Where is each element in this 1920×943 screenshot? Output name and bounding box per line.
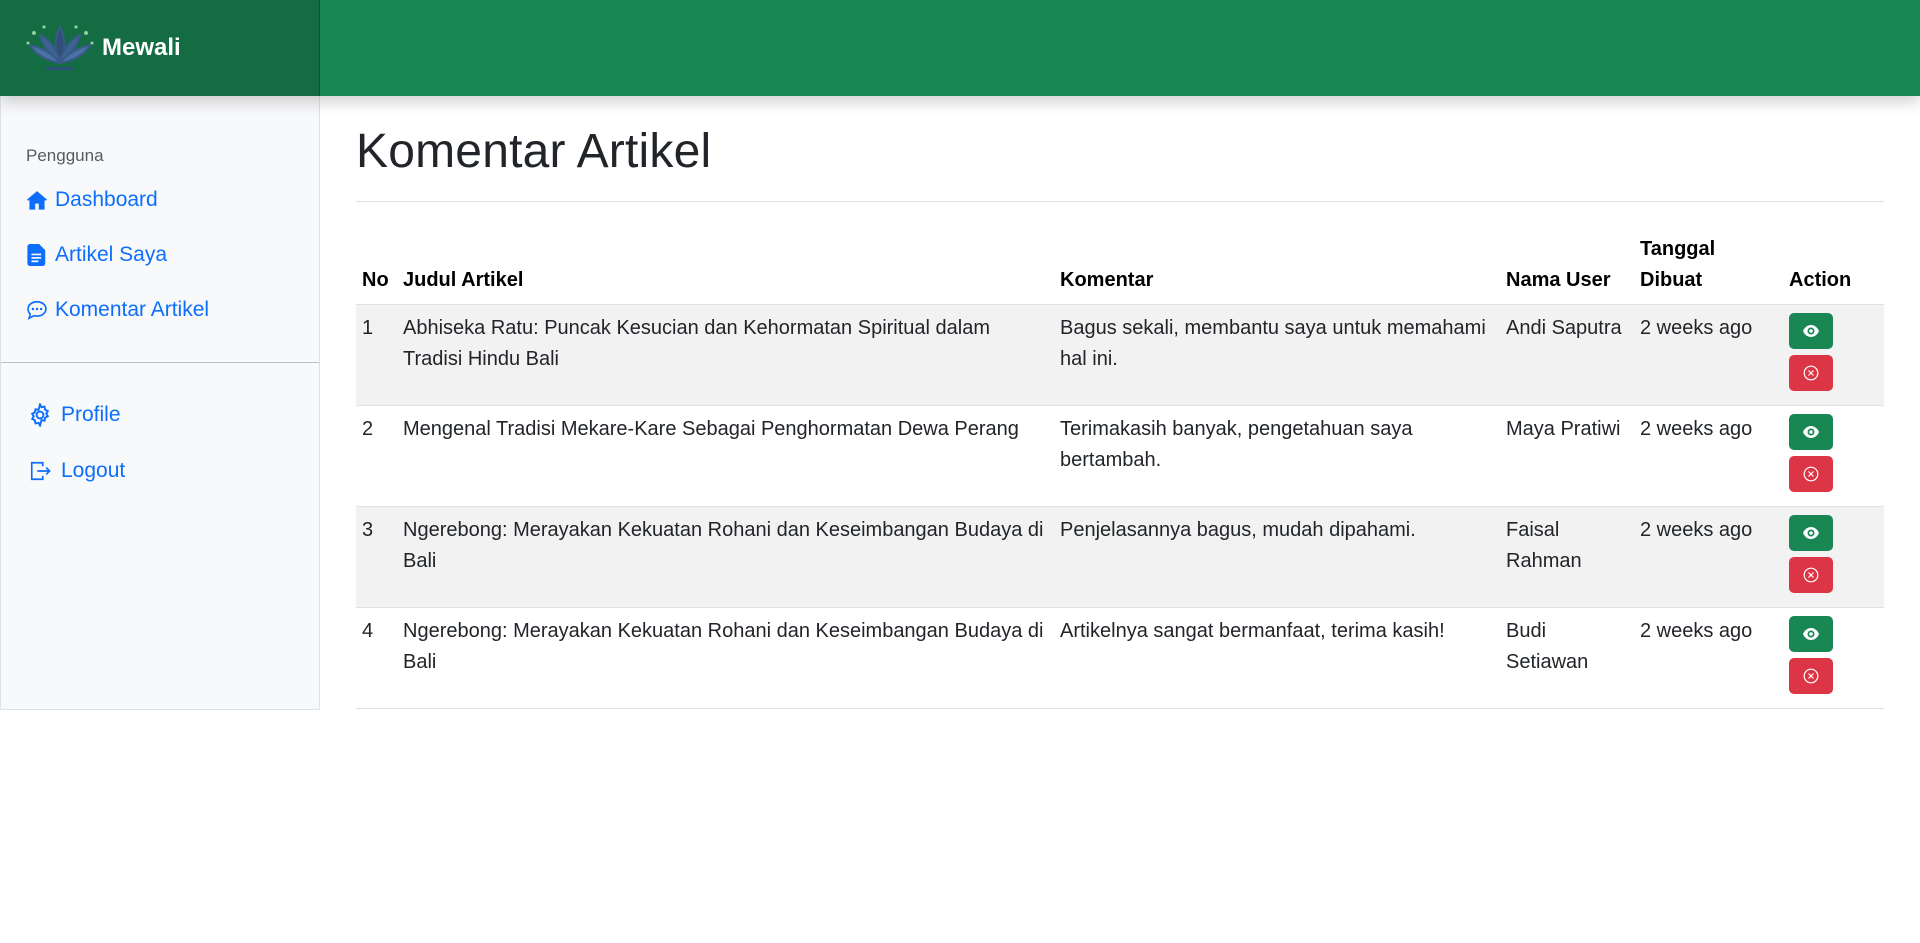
view-button[interactable] (1789, 313, 1833, 349)
cell-user: Andi Saputra (1500, 304, 1634, 406)
view-button[interactable] (1789, 616, 1833, 652)
cell-title: Ngerebong: Merayakan Kekuatan Rohani dan… (397, 607, 1054, 709)
cell-action (1783, 405, 1884, 507)
cell-no: 2 (356, 405, 397, 507)
header-no: No (356, 234, 397, 305)
view-button[interactable] (1789, 414, 1833, 450)
sidebar-heading: Pengguna (26, 146, 104, 165)
cell-action (1783, 304, 1884, 406)
eye-icon (1803, 325, 1819, 337)
table-row: 2 Mengenal Tradisi Mekare-Kare Sebagai P… (356, 405, 1884, 507)
table-header-row: No Judul Artikel Komentar Nama User Tang… (356, 234, 1884, 305)
header-title: Judul Artikel (397, 234, 1054, 305)
table-row: 1 Abhiseka Ratu: Puncak Kesucian dan Keh… (356, 304, 1884, 406)
header-user: Nama User (1500, 234, 1634, 305)
delete-button[interactable] (1789, 557, 1833, 593)
eye-icon (1803, 527, 1819, 539)
sidebar-divider (1, 362, 319, 363)
eye-icon (1803, 426, 1819, 438)
cell-title: Abhiseka Ratu: Puncak Kesucian dan Kehor… (397, 304, 1054, 406)
x-circle-icon (1803, 365, 1819, 381)
cell-date: 2 weeks ago (1634, 405, 1783, 507)
logout-icon (25, 459, 55, 483)
chat-icon (25, 298, 49, 322)
cell-date: 2 weeks ago (1634, 506, 1783, 608)
sidebar-item-komentar-artikel[interactable]: Komentar Artikel (25, 298, 209, 322)
cell-comment: Bagus sekali, membantu saya untuk memaha… (1054, 304, 1500, 406)
table-row: 4 Ngerebong: Merayakan Kekuatan Rohani d… (356, 607, 1884, 709)
sidebar-item-logout[interactable]: Logout (25, 459, 125, 483)
eye-icon (1803, 628, 1819, 640)
x-circle-icon (1803, 567, 1819, 583)
header-action: Action (1783, 234, 1884, 305)
sidebar-item-label: Dashboard (55, 188, 158, 211)
file-icon (25, 243, 49, 267)
header-date: Tanggal Dibuat (1634, 234, 1783, 305)
cell-date: 2 weeks ago (1634, 607, 1783, 709)
cell-title: Ngerebong: Merayakan Kekuatan Rohani dan… (397, 506, 1054, 608)
cell-user: Faisal Rahman (1500, 506, 1634, 608)
view-button[interactable] (1789, 515, 1833, 551)
sidebar-item-profile[interactable]: Profile (25, 403, 121, 427)
cell-user: Budi Setiawan (1500, 607, 1634, 709)
cell-comment: Terimakasih banyak, pengetahuan saya ber… (1054, 405, 1500, 507)
delete-button[interactable] (1789, 456, 1833, 492)
sidebar-item-dashboard[interactable]: Dashboard (25, 188, 158, 212)
cell-user: Maya Pratiwi (1500, 405, 1634, 507)
cell-no: 3 (356, 506, 397, 608)
header-comment: Komentar (1054, 234, 1500, 305)
brand-name: Mewali (102, 34, 181, 61)
page-title: Komentar Artikel (356, 125, 712, 178)
table-row: 3 Ngerebong: Merayakan Kekuatan Rohani d… (356, 506, 1884, 608)
sidebar-item-label: Komentar Artikel (55, 298, 210, 321)
sidebar: Pengguna Dashboard Artikel Saya Komentar… (0, 96, 320, 710)
top-navbar: Mewali (0, 0, 1920, 96)
sidebar-item-label: Profile (61, 403, 121, 426)
brand[interactable]: Mewali (0, 0, 320, 96)
cell-date: 2 weeks ago (1634, 304, 1783, 406)
cell-comment: Penjelasannya bagus, mudah dipahami. (1054, 506, 1500, 608)
comments-table: No Judul Artikel Komentar Nama User Tang… (356, 234, 1884, 709)
x-circle-icon (1803, 668, 1819, 684)
title-divider (356, 201, 1884, 202)
cell-action (1783, 506, 1884, 608)
cell-action (1783, 607, 1884, 709)
sidebar-item-artikel-saya[interactable]: Artikel Saya (25, 243, 167, 267)
x-circle-icon (1803, 466, 1819, 482)
delete-button[interactable] (1789, 355, 1833, 391)
gear-icon (25, 403, 55, 427)
cell-title: Mengenal Tradisi Mekare-Kare Sebagai Pen… (397, 405, 1054, 507)
house-icon (25, 188, 49, 212)
cell-no: 1 (356, 304, 397, 406)
lotus-logo-icon (26, 24, 94, 70)
cell-no: 4 (356, 607, 397, 709)
sidebar-item-label: Artikel Saya (55, 243, 168, 266)
sidebar-item-label: Logout (61, 459, 126, 482)
cell-comment: Artikelnya sangat bermanfaat, terima kas… (1054, 607, 1500, 709)
delete-button[interactable] (1789, 658, 1833, 694)
